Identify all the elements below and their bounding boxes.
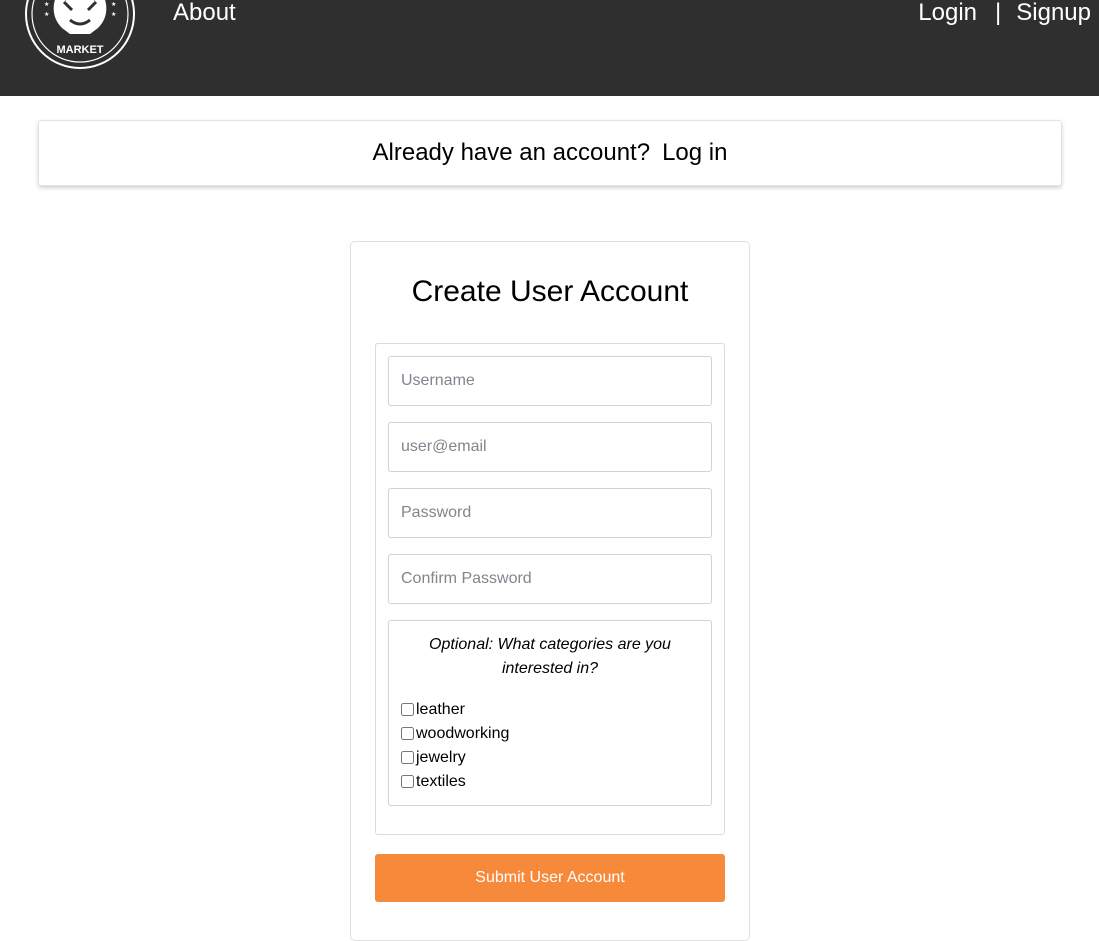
nav-separator: | — [995, 0, 1002, 26]
woodworking-checkbox[interactable] — [401, 726, 414, 740]
category-item-jewelry[interactable]: jewelry — [400, 746, 509, 770]
textiles-checkbox[interactable] — [401, 774, 414, 788]
signup-form: Optional: What categories are you intere… — [375, 343, 725, 835]
submit-account-button[interactable]: Submit User Account — [375, 854, 725, 902]
category-label: leather — [416, 701, 465, 718]
categories-list: leather woodworking jewelry textiles — [400, 698, 509, 794]
confirm-password-input[interactable] — [388, 554, 712, 604]
category-label: woodworking — [416, 725, 510, 742]
top-navbar: ★ ★ ★ ★ MARKET About Login | Signup — [0, 0, 1099, 96]
banner-login-link[interactable]: Log in — [662, 139, 727, 166]
svg-text:★: ★ — [111, 11, 116, 18]
password-input[interactable] — [388, 488, 712, 538]
category-item-textiles[interactable]: textiles — [400, 770, 509, 794]
market-logo[interactable]: ★ ★ ★ ★ MARKET — [24, 0, 136, 70]
leather-checkbox[interactable] — [401, 702, 414, 716]
category-label: textiles — [416, 773, 466, 790]
svg-text:★: ★ — [44, 11, 49, 18]
category-item-leather[interactable]: leather — [400, 698, 509, 722]
svg-text:★: ★ — [111, 1, 116, 8]
existing-account-banner: Already have an account? Log in — [38, 120, 1062, 186]
categories-question: Optional: What categories are you intere… — [429, 636, 671, 677]
existing-account-question: Already have an account? — [372, 139, 651, 166]
email-input[interactable] — [388, 422, 712, 472]
logo-text: MARKET — [56, 44, 103, 56]
nav-login-link[interactable]: Login — [918, 0, 977, 26]
categories-fieldset: Optional: What categories are you intere… — [388, 620, 712, 806]
auth-links: Login | Signup — [918, 0, 1091, 26]
page-title: Create User Account — [411, 275, 689, 308]
category-label: jewelry — [416, 749, 466, 766]
jewelry-checkbox[interactable] — [401, 750, 414, 764]
svg-text:★: ★ — [44, 1, 49, 8]
signup-card: Create User Account Optional: What categ… — [350, 241, 750, 941]
category-item-woodworking[interactable]: woodworking — [400, 722, 509, 746]
nav-about-link[interactable]: About — [173, 0, 236, 26]
nav-signup-link[interactable]: Signup — [1016, 0, 1091, 26]
username-input[interactable] — [388, 356, 712, 406]
